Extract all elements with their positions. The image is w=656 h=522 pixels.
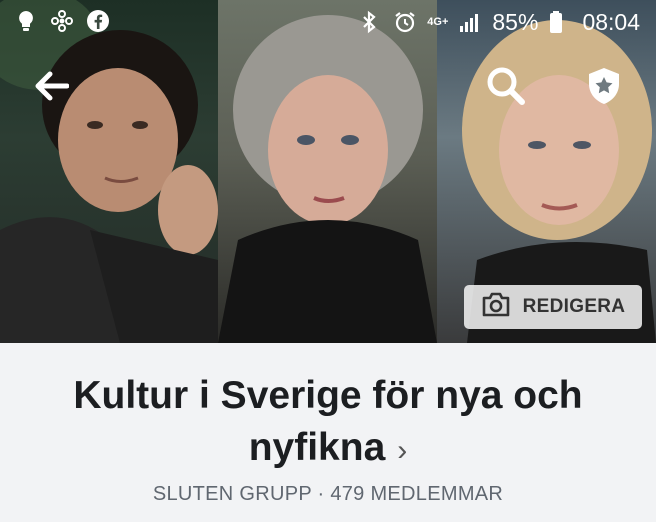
group-title-line-2: nyfikna — [248, 426, 386, 469]
signal-icon — [458, 10, 482, 34]
status-bar: 4G+ 85% 08:04 — [0, 0, 656, 44]
search-button[interactable] — [484, 66, 528, 110]
shield-star-icon — [586, 66, 622, 111]
battery-icon — [548, 10, 572, 34]
lightbulb-icon — [14, 9, 38, 33]
fan-icon — [50, 9, 74, 33]
group-privacy: SLUTEN GRUPP — [152, 483, 312, 505]
alarm-icon — [393, 10, 417, 34]
group-info: Kultur i Sverige för nya och nyfikna › SL… — [0, 343, 656, 522]
edit-cover-label: REDIGERA — [522, 296, 626, 317]
admin-shield-button[interactable] — [582, 66, 626, 110]
group-meta: SLUTEN GRUPP · 479 MEDLEMMAR — [0, 483, 656, 506]
group-title-line-1: Kultur i Sverige för nya och — [73, 374, 583, 417]
group-member-count[interactable]: 479 MEDLEMMAR — [330, 483, 503, 505]
meta-separator: · — [317, 483, 325, 505]
battery-percent: 85% — [492, 9, 539, 35]
clock: 08:04 — [582, 9, 640, 35]
search-icon — [486, 66, 526, 111]
arrow-left-icon — [35, 71, 70, 106]
cover-photo-person-2 — [218, 0, 437, 343]
network-type: 4G+ — [427, 15, 449, 28]
facebook-icon — [86, 9, 110, 33]
edit-cover-button[interactable]: REDIGERA — [464, 285, 642, 329]
camera-icon — [481, 291, 511, 323]
back-button[interactable] — [30, 66, 74, 110]
group-title[interactable]: Kultur i Sverige för nya och nyfikna › — [0, 370, 656, 477]
bluetooth-icon — [359, 10, 383, 34]
cover-photo-person-1 — [0, 0, 218, 343]
chevron-right-icon: › — [397, 434, 408, 467]
